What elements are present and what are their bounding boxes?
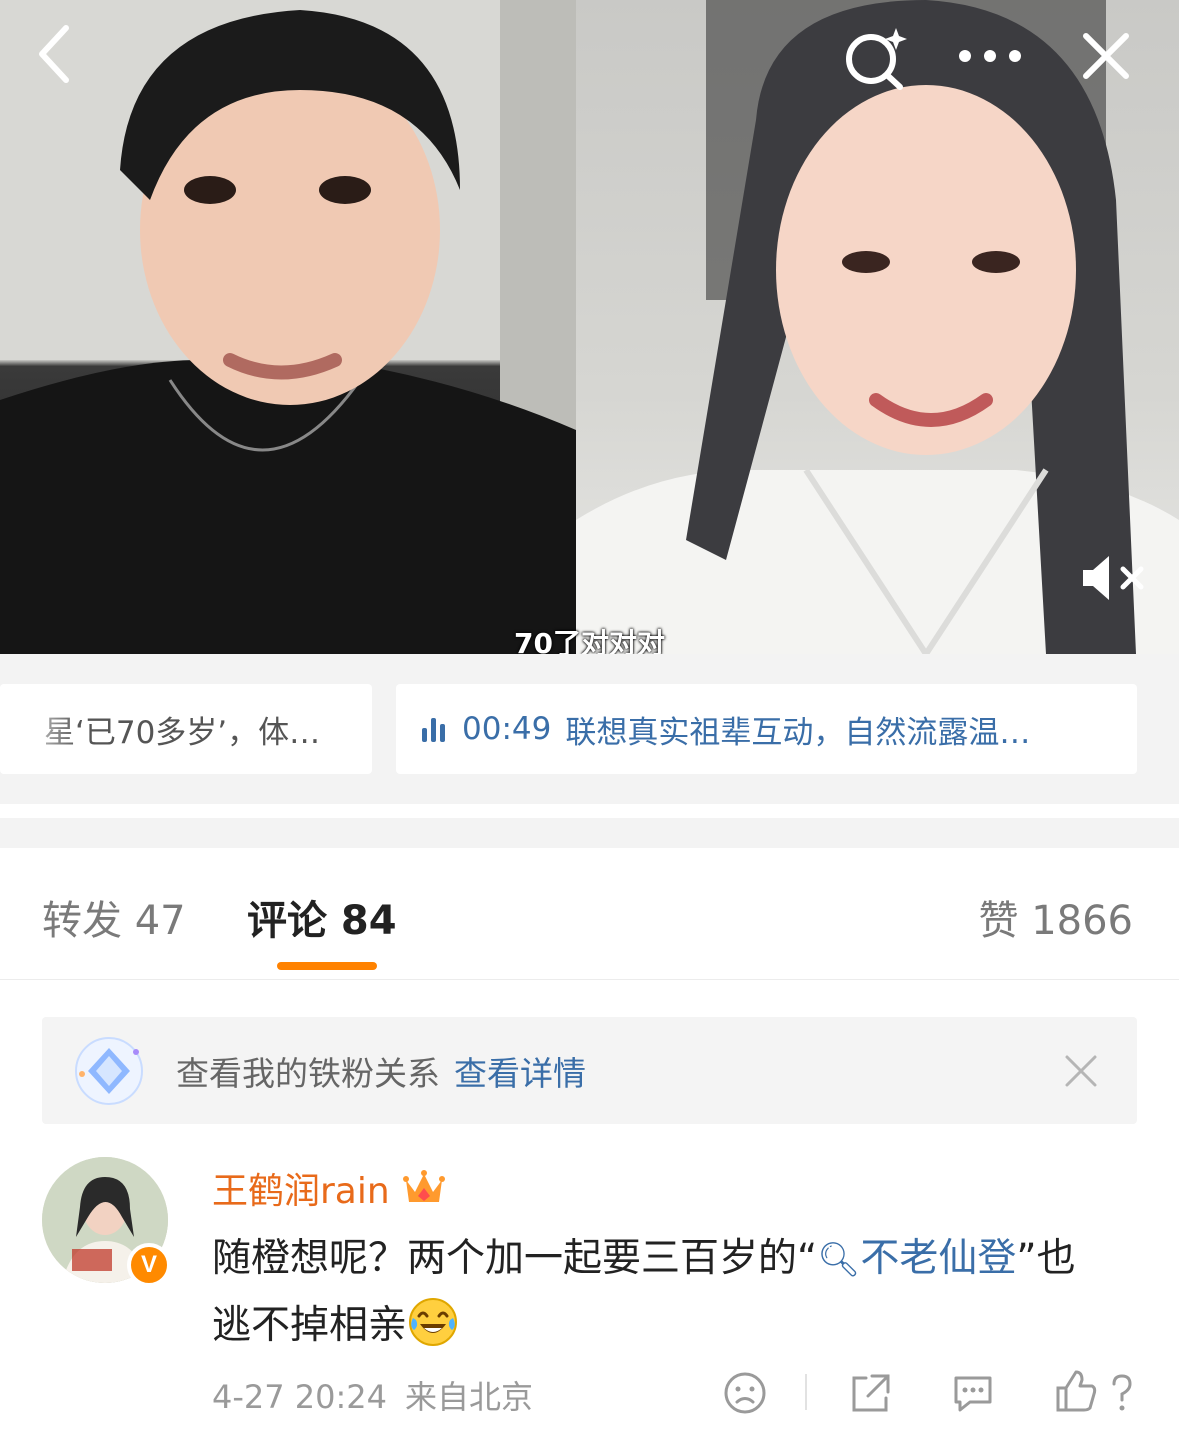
topic-link-text: 不老仙登	[860, 1236, 1017, 1281]
video-player[interactable]: 70了对对对	[0, 0, 1179, 654]
audio-duration: 00:49	[462, 711, 552, 747]
search-button[interactable]	[838, 22, 912, 92]
related-chip-label: 星‘已70多岁’，体…	[44, 714, 321, 751]
action-divider	[805, 1374, 807, 1410]
comment-author-name: 王鹤润rain	[212, 1171, 390, 1212]
like-thumb-icon[interactable]	[1052, 1368, 1138, 1414]
close-icon[interactable]	[1061, 1051, 1101, 1091]
fan-relationship-banner: 查看我的铁粉关系 查看详情	[42, 1017, 1137, 1124]
man-figure	[0, 0, 576, 654]
close-button[interactable]	[1072, 22, 1140, 90]
comment-location: 来自北京	[405, 1378, 534, 1416]
crown-icon	[402, 1170, 445, 1202]
diamond-badge-icon	[75, 1036, 143, 1105]
comment-text-part: 随橙想呢？两个加一起要三百岁的“	[212, 1236, 818, 1281]
related-chip[interactable]: 星‘已70多岁’，体…	[0, 684, 372, 774]
related-chip-audio[interactable]: 00:49 联想真实祖辈互动，自然流露温…	[396, 684, 1137, 774]
active-tab-indicator	[277, 962, 377, 970]
tab-comment[interactable]: 评论 84	[247, 888, 397, 946]
more-dots-icon	[959, 50, 1021, 62]
comment-time: 4-27 20:24	[212, 1378, 388, 1416]
chevron-left-icon	[39, 25, 69, 83]
fan-banner-text: 查看我的铁粉关系	[176, 1053, 440, 1093]
video-subtitle: 70了对对对	[514, 627, 665, 654]
topic-link[interactable]: 🔍︎不老仙登	[817, 1236, 1016, 1281]
audio-wave-icon	[422, 716, 450, 742]
back-button[interactable]	[22, 22, 86, 86]
video-left-panel	[0, 0, 576, 654]
dislike-face-icon[interactable]	[722, 1370, 768, 1416]
mute-button[interactable]	[1076, 548, 1152, 608]
verified-badge: V	[127, 1243, 171, 1287]
sparkle-search-icon	[846, 28, 907, 90]
search-icon: 🔍︎	[817, 1240, 861, 1280]
comment-meta: 4-27 20:24 来自北京	[212, 1372, 533, 1418]
comment-icon[interactable]	[950, 1370, 996, 1416]
section-divider	[0, 818, 1179, 848]
comment-author[interactable]: 王鹤润rain	[212, 1162, 446, 1214]
interaction-tabs: 转发 47 评论 84 赞 1866	[0, 848, 1179, 980]
more-button[interactable]	[950, 30, 1030, 82]
muted-speaker-icon	[1083, 556, 1144, 600]
tab-like[interactable]: 赞 1866	[978, 888, 1133, 946]
related-chip-label: 联想真实祖辈互动，自然流露温…	[565, 714, 1031, 751]
close-icon	[1083, 33, 1129, 79]
related-chips-bar: 星‘已70多岁’，体… 00:49 联想真实祖辈互动，自然流露温…	[0, 654, 1179, 804]
share-icon[interactable]	[848, 1370, 894, 1416]
view-details-link[interactable]: 查看详情	[454, 1047, 586, 1095]
laughing-tears-emoji	[409, 1298, 458, 1346]
comment-body: 随橙想呢？两个加一起要三百岁的“🔍︎不老仙登”也逃不掉相亲	[212, 1226, 1112, 1359]
tab-repost[interactable]: 转发 47	[42, 888, 186, 946]
